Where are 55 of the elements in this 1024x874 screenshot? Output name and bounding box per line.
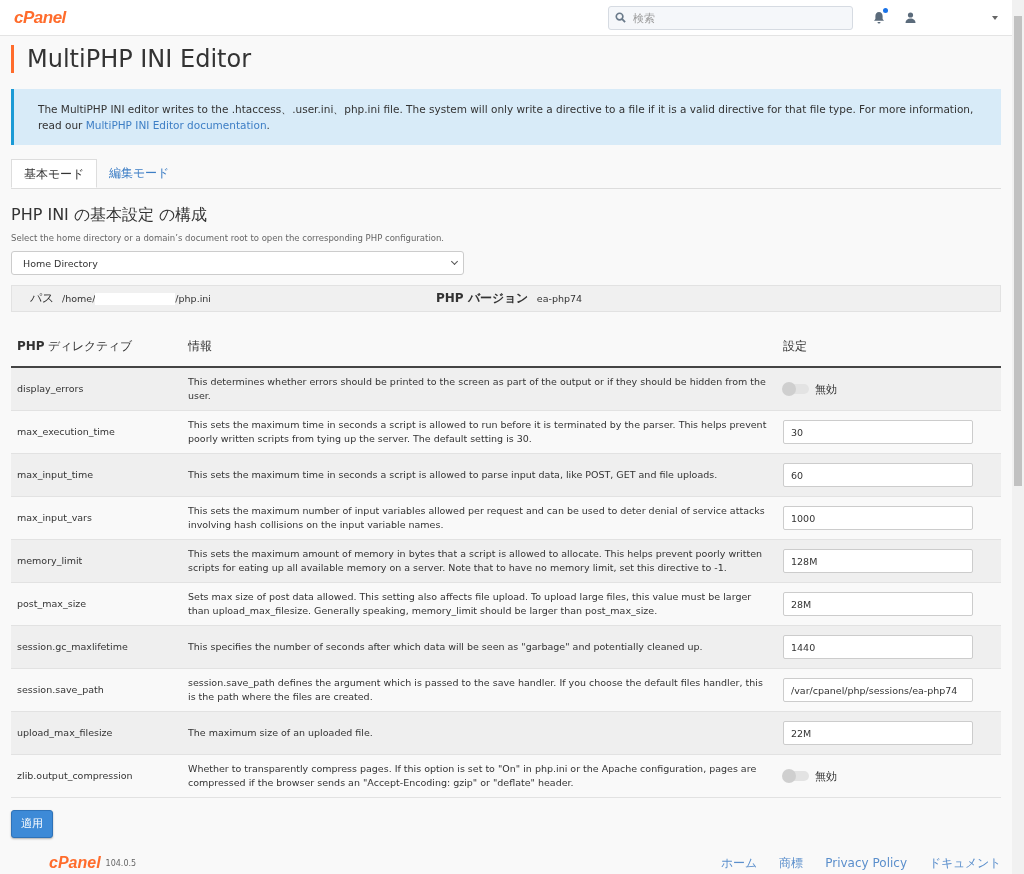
directive-cell-text: upload_max_filesize [16,726,114,740]
info-cell-text: This sets the maximum time in seconds a script is allowed to run before it is terminated by the parser. This helps prevent poorly written scripts from tying up the server. The default setting is 30. [187,418,768,446]
scrollbar[interactable] [1012,0,1024,874]
column-header: PHP ディレクティブ [16,337,134,355]
path-end: /php.ini [175,293,211,304]
directive-cell-text: max_input_time [16,468,95,482]
info-cell-text: This determines whether errors should be printed to the screen as part of the output or if they should be hidden from the user. [187,375,767,403]
info-cell-text: This sets the maximum amount of memory in bytes that a script is allowed to allocate. This helps prevent poorly written scripts for eating up all available memory on a server. Note that to have no memory limit, set this directive to -1. [187,547,764,575]
info-cell-text: The maximum size of an uploaded file. [187,726,374,740]
notifications-button[interactable] [873,11,885,24]
directive-cell-text: zlib.output_compression [16,769,134,783]
notice-text: The MultiPHP INI editor writes to the .htaccess、.user.ini、php.ini file. The system will only write a directive to a file if it is a valid directive for that file type. For more information, read our MultiPHP INI Editor documentation. [38,102,975,133]
toggle-label: 無効 [815,382,837,396]
mode-tab[interactable]: 編集モード [97,159,181,188]
column-header: 設定 [782,337,808,355]
column-header: 情報 [187,337,213,355]
toggle-switch[interactable] [783,384,809,394]
mode-tab[interactable]: 基本モード [11,159,97,188]
value-field[interactable]: 128M [783,549,973,573]
value-field[interactable]: 1000 [783,506,973,530]
value-field[interactable]: 28M [783,592,973,616]
info-cell-text: This sets the maximum number of input variables allowed per request and can be used to deter denial of service attacks involving hash collisions on the input variable names. [187,504,766,532]
toggle-label: 無効 [815,769,837,783]
directive-cell-text: display_errors [16,382,85,396]
value-field[interactable]: /var/cpanel/php/sessions/ea-php74 [783,678,973,702]
section-hint: Select the home directory or a domain’s document root to open the corresponding PHP configuration. [11,233,446,243]
section-title: PHP INI の基本設定 の構成 [11,205,208,226]
user-icon[interactable] [905,12,916,23]
info-cell-text: Whether to transparently compress pages. If this option is set to "On" in php.ini or the Apache configuration, pages are compressed if the browser sends an "Accept-Encoding: gzip" or "deflate" header. [187,762,758,790]
value-field[interactable]: 1440 [783,635,973,659]
value-field[interactable]: 60 [783,463,973,487]
version-text: 104.0.5 [105,858,137,868]
value-field[interactable]: 22M [783,721,973,745]
version-label: PHP バージョン [436,291,528,305]
value-field[interactable]: 30 [783,420,973,444]
directory-select[interactable]: Home Directory [11,251,464,275]
info-cell-text: Sets max size of post data allowed. This setting also affects file upload. To upload large files, this value must be larger than upload_max_filesize. Generally speaking, memory_limit should be larger than post_max_size. [187,590,753,618]
directive-cell-text: memory_limit [16,554,84,568]
path-label: パス [30,290,54,307]
search-field[interactable]: 検索 [608,5,853,30]
page-title: MultiPHP INI Editor [11,45,1001,73]
directive-cell-text: max_input_vars [16,511,93,525]
directive-cell-text: session.gc_maxlifetime [16,640,129,654]
path-start: /home/ [62,293,96,304]
caret-icon[interactable] [992,15,998,20]
documentation-link[interactable]: MultiPHP INI Editor documentation [85,119,267,131]
apply-button[interactable]: 適用 [11,810,53,838]
directive-cell-text: post_max_size [16,597,88,611]
info-cell-text: This specifies the number of seconds after which data will be seen as "garbage" and potentially cleaned up. [187,640,704,654]
version-value: ea-php74 [536,293,583,304]
info-cell-text: session.save_path defines the argument which is passed to the save handler. If you choose the default files handler, this is the path where the files are created. [187,676,764,704]
toggle-switch[interactable] [783,771,809,781]
info-cell-text: This sets the maximum time in seconds a script is allowed to parse input data, like POST, GET and file uploads. [187,468,719,482]
directive-cell-text: session.save_path [16,683,105,697]
directive-cell-text: max_execution_time [16,425,116,439]
